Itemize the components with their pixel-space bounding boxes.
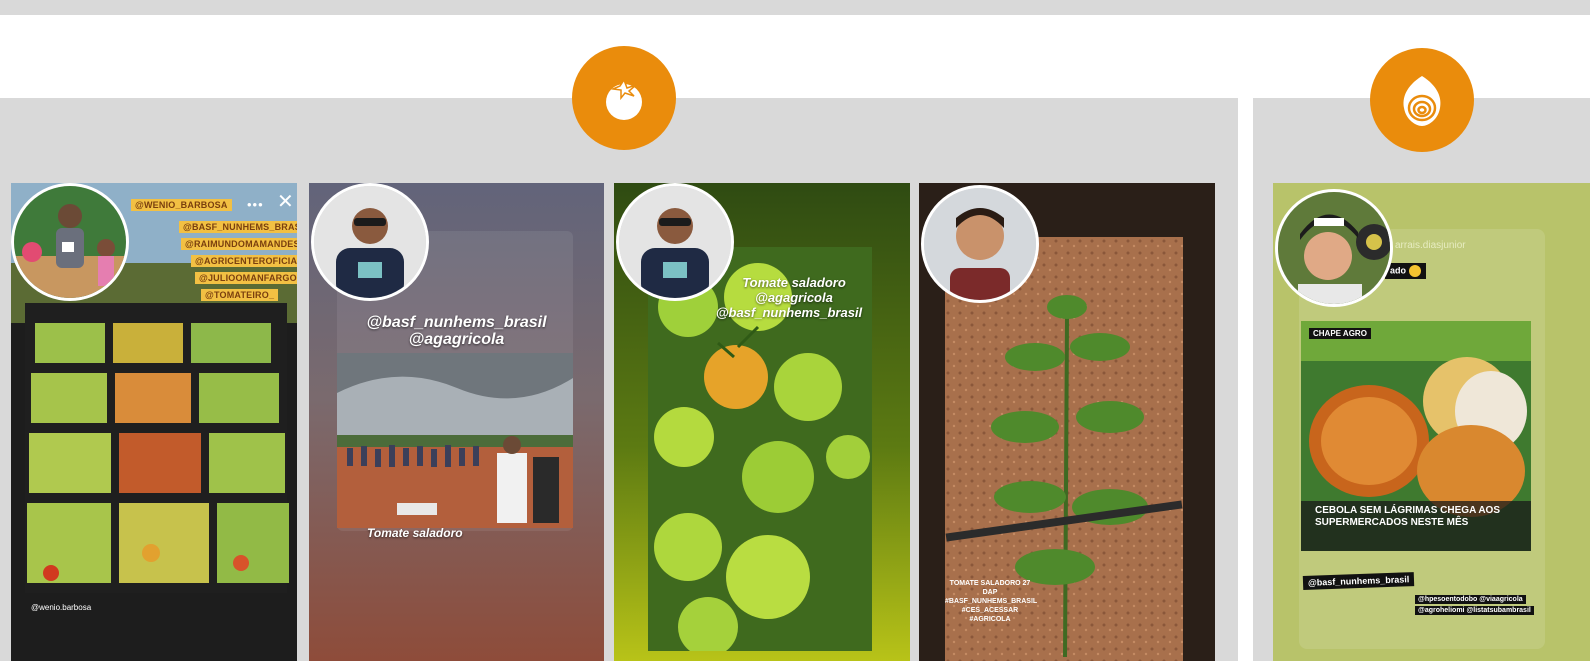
avatar[interactable]	[1275, 189, 1393, 307]
field-visit-photo	[337, 353, 573, 528]
tomato-icon	[606, 78, 642, 120]
close-icon[interactable]: ✕	[277, 192, 294, 212]
story-caption: Tomate saladoro	[367, 526, 463, 540]
story-mention-line[interactable]: @basf_nunhems_brasil	[674, 305, 904, 320]
avatar[interactable]	[311, 183, 429, 301]
news-brand-label: CHAPE AGRO	[1309, 328, 1371, 339]
sticker-text: ado	[1390, 265, 1407, 276]
story-caption: @wenio.barbosa	[31, 603, 92, 612]
onion-category-badge	[1370, 48, 1474, 152]
story-caption: TOMATE SALADORO 27 DAP #BASF_NUNHEMS_BRA…	[945, 580, 1038, 623]
mention-tag[interactable]: @RAIMUNDOMAMANDES	[181, 238, 297, 250]
story-mention-line[interactable]: @agagricola	[704, 290, 884, 305]
mention-tag[interactable]: @TOMATEIRO_	[201, 289, 279, 301]
avatar[interactable]	[11, 183, 129, 301]
story-sticker: ado	[1385, 263, 1427, 279]
mention-tag[interactable]: @hpesoentodobo @viaagricola	[1415, 595, 1526, 604]
story-caption: Tomate saladoro	[742, 275, 846, 290]
mention-tag[interactable]: @BASF_NUNHEMS_BRASIL	[179, 221, 297, 233]
mention-tag[interactable]: @agroheliomi @listatsubambrasil	[1415, 606, 1534, 615]
onion-icon	[1403, 76, 1441, 126]
more-options-icon[interactable]: •••	[247, 195, 264, 215]
mention-tag[interactable]: @AGRICENTEROFICIAL	[191, 255, 297, 267]
top-bar	[0, 0, 1590, 15]
mention-tag[interactable]: @WENIO_BARBOSA	[131, 199, 232, 211]
story-mention-line[interactable]: @basf_nunhems_brasil	[309, 314, 604, 331]
story-mention-line[interactable]: @agagricola	[309, 331, 604, 348]
news-headline: CEBOLA SEM LÁGRIMAS CHEGA AOS SUPERMERCA…	[1315, 505, 1501, 528]
avatar[interactable]	[921, 185, 1039, 303]
tomato-category-badge	[572, 46, 676, 150]
emoji-icon	[1409, 265, 1422, 277]
avatar[interactable]	[616, 183, 734, 301]
story-username[interactable]: arrais.diasjunior	[1395, 240, 1466, 251]
mention-tag[interactable]: @JULIOOMANFARGOA	[195, 272, 297, 284]
